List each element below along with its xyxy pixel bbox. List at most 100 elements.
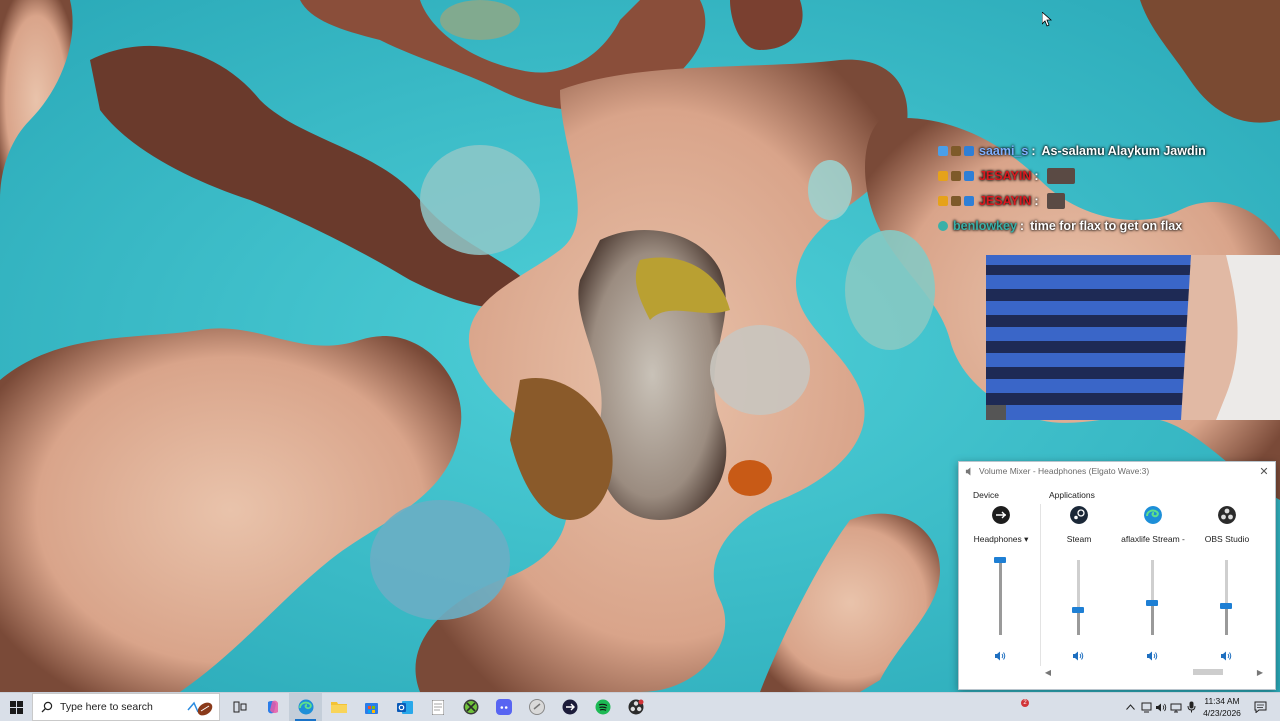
- tray-network-button[interactable]: [1169, 693, 1183, 721]
- chat-username: saami_s: [979, 143, 1029, 158]
- volume-slider-thumb[interactable]: [1146, 600, 1158, 606]
- volume-slider-track[interactable]: [1225, 560, 1228, 635]
- mouse-cursor-icon: [1042, 12, 1052, 27]
- app-circle-button[interactable]: [520, 693, 553, 721]
- volume-slider-track[interactable]: [1151, 560, 1154, 635]
- device-channel: Headphones ▾: [965, 504, 1037, 666]
- taskbar-clock[interactable]: 11:34 AM 4/23/2026: [1196, 695, 1248, 719]
- app-circle-icon: [528, 699, 545, 715]
- tray-overflow-button[interactable]: [1122, 693, 1138, 721]
- store-button[interactable]: [355, 693, 388, 721]
- obs-icon: [628, 699, 643, 715]
- crown-badge-icon: [938, 170, 948, 181]
- gem-badge-icon: [964, 195, 974, 206]
- elgato-icon: [562, 699, 577, 715]
- chat-message: JESAYIN :: [938, 188, 1278, 213]
- chat-username: JESAYIN: [979, 193, 1032, 208]
- tray-volume-button[interactable]: [1154, 693, 1168, 721]
- volume-icon: [1156, 703, 1167, 711]
- volume-slider-fill: [999, 560, 1002, 635]
- notification-icon: [1254, 701, 1266, 713]
- obs-icon: [1218, 506, 1236, 524]
- volume-slider-thumb[interactable]: [1220, 603, 1232, 609]
- notification-center-button[interactable]: [1250, 693, 1270, 721]
- speaker-mute-icon[interactable]: [994, 650, 1006, 662]
- outlook-icon: [396, 700, 413, 714]
- tray-display-button[interactable]: [1139, 693, 1153, 721]
- chat-message: saami_s : As-salamu Alaykum Jawdin: [938, 138, 1278, 163]
- steam-icon: [1070, 506, 1088, 524]
- edge-icon: [298, 699, 313, 715]
- app-name-label: OBS Studio: [1204, 534, 1250, 544]
- edge-icon: [1144, 506, 1162, 524]
- chat-separator: :: [1031, 143, 1036, 158]
- taskbar-search-box[interactable]: Type here to search: [32, 693, 220, 721]
- start-button[interactable]: [0, 693, 32, 721]
- chat-username: benlowkey: [953, 218, 1017, 233]
- close-icon[interactable]: ✕: [1257, 464, 1271, 478]
- task-view-icon: [233, 701, 246, 713]
- elgato-button[interactable]: [553, 693, 586, 721]
- volume-slider-track[interactable]: [1077, 560, 1080, 635]
- edge-taskbar-button[interactable]: [289, 693, 322, 721]
- copilot-button[interactable]: [256, 693, 289, 721]
- chat-emote-image: [1046, 167, 1075, 184]
- teal-badge-icon: [938, 220, 948, 231]
- copilot-icon: [267, 700, 278, 714]
- device-section-label: Device: [973, 490, 999, 500]
- windows-logo-icon: [9, 700, 23, 714]
- speaker-icon: [965, 466, 971, 476]
- discord-button[interactable]: [487, 693, 520, 721]
- task-view-button[interactable]: [223, 693, 256, 721]
- spotify-button[interactable]: [586, 693, 619, 721]
- display-icon: [1141, 702, 1151, 712]
- chat-text: time for flax to get on flax: [1030, 218, 1183, 233]
- app-channel-edge: aflaxlife Stream -: [1117, 504, 1189, 666]
- app-name-label: Steam: [1066, 534, 1092, 544]
- chat-separator: :: [1034, 168, 1039, 183]
- chat-emote-image: [1046, 192, 1065, 209]
- outlook-button[interactable]: [388, 693, 421, 721]
- football-highlight-icon[interactable]: [185, 698, 215, 718]
- clock-date: 4/23/2026: [1203, 708, 1241, 718]
- chat-separator: :: [1034, 193, 1039, 208]
- app-channel-obs: OBS Studio: [1191, 504, 1263, 666]
- xbox-button[interactable]: [454, 693, 487, 721]
- device-name-dropdown[interactable]: Headphones ▾: [965, 534, 1037, 545]
- folder-icon: [330, 702, 347, 713]
- search-placeholder: Type here to search: [60, 701, 153, 713]
- xbox-icon: [463, 699, 478, 715]
- tray-notification-badge[interactable]: 2: [1021, 699, 1029, 707]
- clock-time: 11:34 AM: [1204, 696, 1240, 706]
- chat-text: As-salamu Alaykum Jawdin: [1041, 143, 1206, 158]
- bits-badge-icon: [951, 195, 961, 206]
- spotify-icon: [595, 699, 610, 715]
- scroll-left-icon[interactable]: ◀: [1043, 666, 1053, 678]
- network-icon: [1170, 703, 1182, 712]
- applications-section-label: Applications: [1049, 490, 1095, 500]
- speaker-mute-icon[interactable]: [1146, 650, 1158, 662]
- chevron-up-icon: [1125, 704, 1135, 710]
- bits-badge-icon: [951, 145, 961, 156]
- gem-badge-icon: [964, 145, 974, 156]
- file-explorer-button[interactable]: [322, 693, 355, 721]
- notepad-button[interactable]: [421, 693, 454, 721]
- speaker-mute-icon[interactable]: [1072, 650, 1084, 662]
- horizontal-scrollbar[interactable]: ◀ ▶: [1043, 666, 1265, 678]
- volume-slider-fill: [1225, 605, 1228, 635]
- microphone-icon: [1187, 701, 1195, 713]
- volume-slider-track[interactable]: [999, 560, 1002, 635]
- scrollbar-thumb[interactable]: [1193, 669, 1223, 675]
- gem-badge-icon: [964, 170, 974, 181]
- mixer-titlebar[interactable]: Volume Mixer - Headphones (Elgato Wave:3…: [959, 462, 1275, 480]
- scroll-right-icon[interactable]: ▶: [1255, 666, 1265, 678]
- volume-slider-thumb[interactable]: [1072, 607, 1084, 613]
- search-icon: [41, 701, 53, 713]
- speaker-mute-icon[interactable]: [1220, 650, 1232, 662]
- volume-mixer-window: Volume Mixer - Headphones (Elgato Wave:3…: [958, 461, 1276, 690]
- bits-badge-icon: [951, 170, 961, 181]
- webcam-feed: [986, 255, 1280, 420]
- sub-badge-icon: [938, 145, 948, 156]
- obs-taskbar-button[interactable]: [619, 693, 652, 721]
- volume-slider-thumb[interactable]: [994, 557, 1006, 563]
